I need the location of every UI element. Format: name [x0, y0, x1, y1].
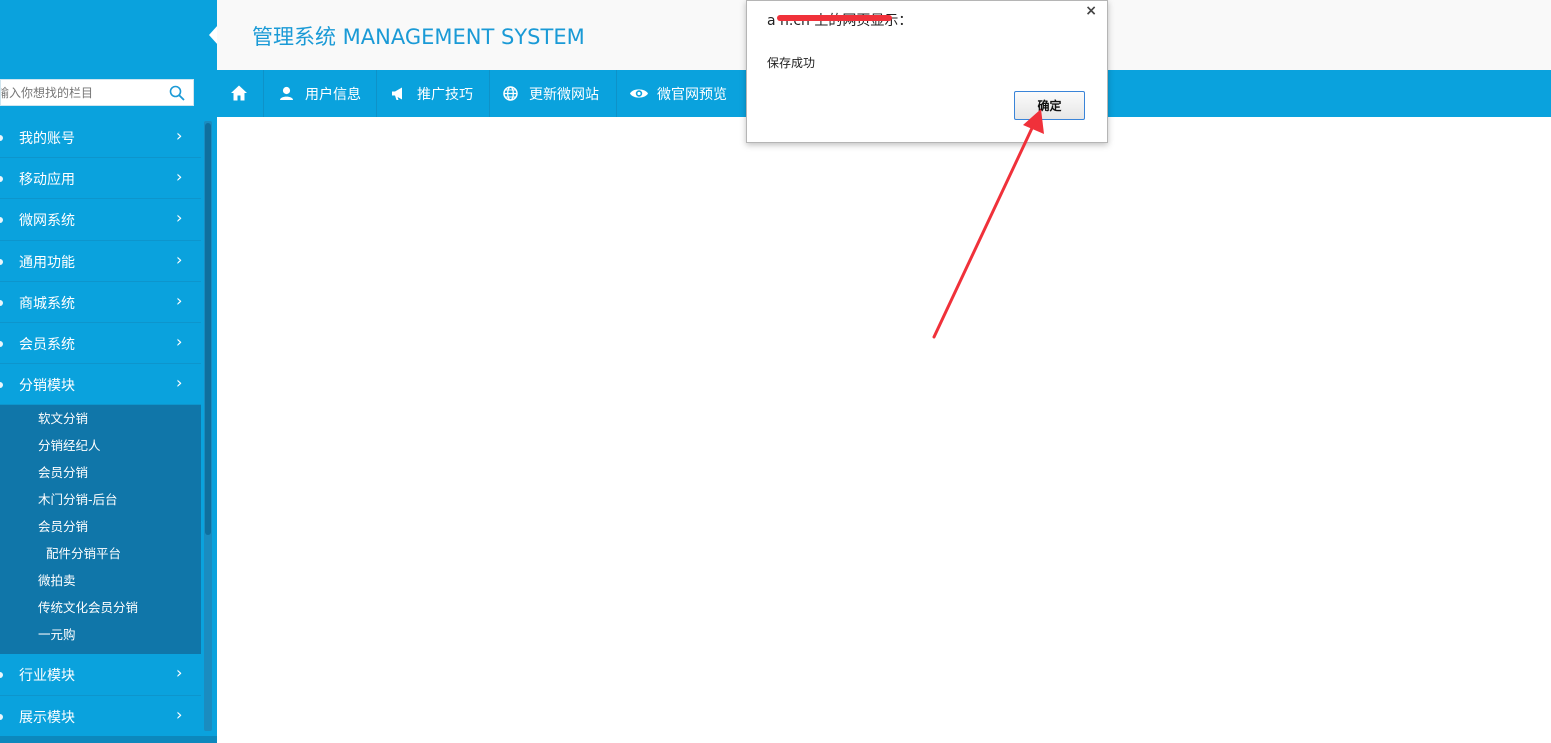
nav-promotion-tips[interactable]: 推广技巧: [377, 70, 490, 117]
page-title: 管理系统 MANAGEMENT SYSTEM: [252, 25, 585, 49]
submenu-item[interactable]: 木门分销-后台: [0, 490, 201, 517]
search-input[interactable]: [1, 80, 161, 105]
menu-bullet-icon: [0, 258, 3, 265]
chevron-right-icon: ›: [176, 249, 183, 269]
alert-dialog: a n.cn 上的网页显示： × 保存成功 确定: [746, 0, 1108, 143]
menu-bullet-icon: [0, 299, 3, 306]
submenu-item[interactable]: 传统文化会员分销: [0, 598, 201, 625]
sidebar-item-display[interactable]: 展示模块 ›: [0, 695, 201, 737]
menu-bullet-icon: [0, 217, 3, 224]
nav-home[interactable]: [217, 70, 264, 117]
sidebar-item-label: 通用功能: [19, 254, 75, 271]
nav-update-microsite[interactable]: 更新微网站: [490, 70, 617, 117]
sidebar-item-label: 微网系统: [19, 213, 75, 230]
nav-preview-site[interactable]: 微官网预览: [617, 70, 747, 117]
search-box: [0, 79, 194, 106]
submenu-item[interactable]: 软文分销: [0, 409, 201, 436]
user-icon: [280, 86, 293, 100]
sidebar-item-common[interactable]: 通用功能 ›: [0, 240, 201, 282]
dialog-message: 保存成功: [767, 56, 816, 70]
sidebar-menu: 我的账号 › 移动应用 › 微网系统 › 通用功能 › 商城系统 › 会员系统 …: [0, 117, 201, 737]
sidebar-item-label: 商城系统: [19, 295, 75, 312]
sidebar-item-account[interactable]: 我的账号 ›: [0, 117, 201, 159]
chevron-right-icon: ›: [176, 290, 183, 310]
menu-bullet-icon: [0, 713, 3, 720]
megaphone-icon: [392, 87, 402, 100]
submenu-item[interactable]: 会员分销: [0, 463, 201, 490]
chevron-right-icon: ›: [176, 126, 183, 145]
eye-icon: [630, 89, 648, 98]
chevron-right-icon: ›: [176, 373, 183, 393]
menu-bullet-icon: [0, 672, 3, 679]
menu-bullet-icon: [0, 340, 3, 347]
app-root: 我的账号 › 移动应用 › 微网系统 › 通用功能 › 商城系统 ›: [0, 0, 1551, 743]
sidebar-item-microsite[interactable]: 微网系统 ›: [0, 199, 201, 241]
sidebar-item-mall[interactable]: 商城系统 ›: [0, 281, 201, 323]
sidebar-item-mobile-apps[interactable]: 移动应用 ›: [0, 158, 201, 200]
nav-label: 推广技巧: [417, 87, 473, 103]
submenu-item[interactable]: 会员分销: [0, 517, 201, 544]
chevron-right-icon: ›: [176, 208, 183, 228]
submenu-item[interactable]: 分销经纪人: [0, 436, 201, 463]
menu-bullet-icon: [0, 176, 3, 183]
sidebar-submenu-distribution: 软文分销 分销经纪人 会员分销 木门分销-后台 会员分销 配件分销平台 微拍卖 …: [0, 405, 201, 655]
sidebar-item-member[interactable]: 会员系统 ›: [0, 322, 201, 365]
chevron-right-icon: ›: [176, 704, 183, 724]
menu-bullet-icon: [0, 135, 3, 141]
sidebar-item-label: 展示模块: [19, 709, 75, 726]
search-icon[interactable]: [169, 85, 185, 101]
nav-label: 用户信息: [305, 87, 361, 103]
chevron-right-icon: ›: [176, 167, 183, 187]
nav-label: 微官网预览: [657, 87, 727, 103]
submenu-item[interactable]: 配件分销平台: [0, 544, 201, 571]
submenu-item[interactable]: 一元购: [0, 625, 201, 652]
sidebar-item-distribution[interactable]: 分销模块 ›: [0, 364, 201, 406]
globe-icon: [503, 86, 518, 101]
nav-label: 更新微网站: [529, 87, 599, 103]
sidebar-item-label: 我的账号: [19, 131, 75, 147]
nav-user-info[interactable]: 用户信息: [264, 70, 377, 117]
chevron-right-icon: ›: [176, 331, 183, 351]
sidebar-item-label: 会员系统: [19, 336, 75, 353]
ok-button[interactable]: 确定: [1014, 91, 1085, 120]
redaction-mark: [777, 15, 892, 21]
menu-bullet-icon: [0, 382, 3, 389]
sidebar-item-label: 移动应用: [19, 172, 75, 189]
submenu-item[interactable]: 微拍卖: [0, 571, 201, 598]
close-icon[interactable]: ×: [1085, 3, 1097, 19]
sidebar-item-industry[interactable]: 行业模块 ›: [0, 654, 201, 696]
home-icon: [231, 85, 247, 101]
chevron-right-icon: ›: [176, 663, 183, 683]
sidebar: 我的账号 › 移动应用 › 微网系统 › 通用功能 › 商城系统 ›: [0, 0, 218, 743]
sidebar-item-label: 行业模块: [19, 668, 75, 685]
sidebar-scrollbar-thumb[interactable]: [205, 123, 211, 535]
sidebar-item-label: 分销模块: [19, 378, 75, 395]
sidebar-footer-strip: [0, 736, 217, 743]
